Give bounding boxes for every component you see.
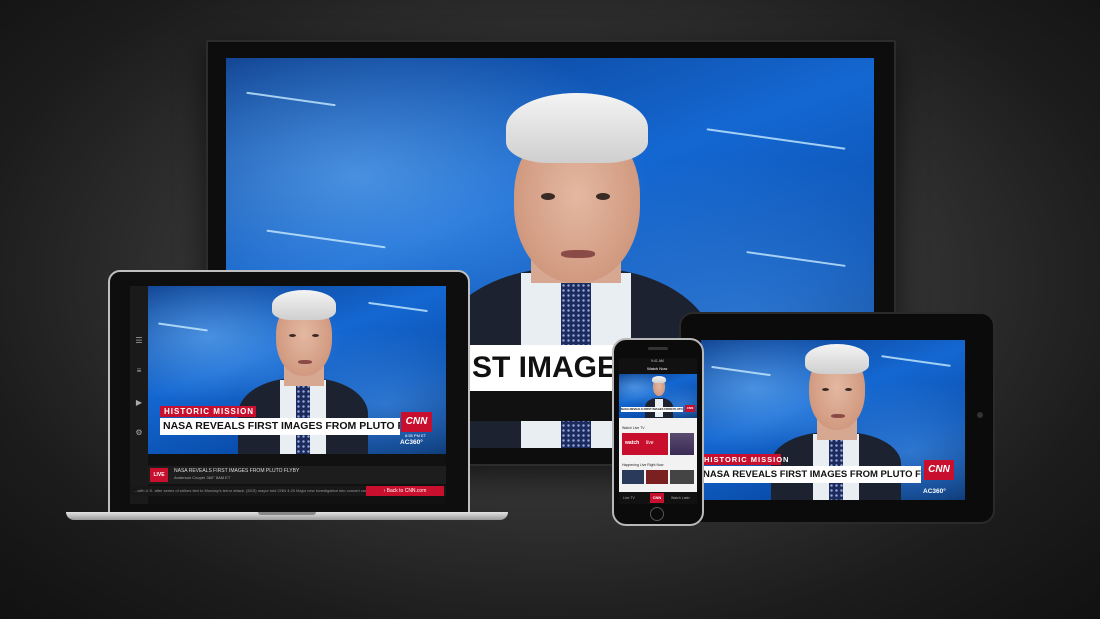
tv-headline-text: ST IMAGES FRO: [466, 345, 626, 391]
phone-speaker: [648, 347, 668, 350]
news-ticker: ...with U.S. after series of strikes tie…: [130, 486, 446, 496]
back-to-cnn-link[interactable]: ‹ Back to CNN.com: [366, 486, 444, 496]
phone-tab-bar: Live TV CNN Watch Later: [619, 492, 697, 504]
tablet-camera: [977, 412, 983, 418]
phone-screen: 9:41 AM Watch Now NASA REVEALS FIRST IMA…: [619, 358, 697, 504]
phone-video-player[interactable]: NASA REVEALS FIRST IMAGES FROM PLUTO FLY…: [619, 374, 697, 418]
laptop-screen: ☰ ≡ ▶ ⚙ HISTORIC MISSION NASA REVEALS FI…: [130, 286, 446, 504]
tablet-breaking-tag: HISTORIC MISSION: [701, 454, 788, 465]
now-playing-subtitle: Anderson Cooper 360° 8AM ET: [174, 475, 231, 480]
ticker-text: ...with U.S. after series of strikes tie…: [134, 488, 372, 493]
cnn-logo: CNN: [401, 412, 432, 432]
laptop-sidebar: ☰ ≡ ▶ ⚙: [130, 286, 148, 504]
live-badge: LIVE: [150, 468, 168, 482]
laptop-device: ☰ ≡ ▶ ⚙ HISTORIC MISSION NASA REVEALS FI…: [108, 270, 470, 518]
phone-thumb-2[interactable]: [622, 470, 644, 484]
tv-lower-third: ST IMAGES FRO: [466, 345, 626, 391]
show-name: AC360°: [400, 439, 423, 446]
tv-bottom-bar: [466, 391, 626, 421]
broadcast-time: 8:55 PM ET: [405, 433, 427, 438]
phone-tab-watch-later[interactable]: Watch Later: [671, 496, 690, 500]
laptop-notch: [258, 512, 316, 515]
tablet-cnn-logo: CNN: [924, 460, 954, 480]
phone-header-title: Watch Now: [647, 366, 668, 371]
phone-home-button[interactable]: [650, 507, 664, 521]
phone-section-happening: Happening Live Right Now: [622, 463, 664, 467]
now-playing-title: NASA REVEALS FIRST IMAGES FROM PLUTO FLY…: [174, 468, 300, 474]
tablet-show-name: AC360°: [923, 488, 946, 495]
settings-icon[interactable]: ⚙: [134, 428, 144, 438]
phone-cnn-logo: CNN: [685, 405, 695, 412]
phone-tab-cnn[interactable]: CNN: [650, 493, 664, 503]
phone-device: 9:41 AM Watch Now NASA REVEALS FIRST IMA…: [612, 338, 704, 526]
tablet-headline-text: NASA REVEALS FIRST IMAGES FROM PLUTO FLY…: [701, 466, 921, 483]
phone-thumb-1[interactable]: [670, 433, 694, 455]
tablet-screen: HISTORIC MISSION NASA REVEALS FIRST IMAG…: [701, 340, 965, 500]
videos-icon[interactable]: ▶: [134, 398, 144, 408]
phone-section-live-tv: Watch Live TV: [622, 426, 645, 430]
phone-status-time: 9:41 AM: [651, 359, 664, 363]
phone-thumb-3[interactable]: [646, 470, 668, 484]
laptop-lower-third: HISTORIC MISSION NASA REVEALS FIRST IMAG…: [160, 406, 436, 452]
breaking-tag: HISTORIC MISSION: [160, 406, 256, 417]
headline-text: NASA REVEALS FIRST IMAGES FROM PLUTO FLY…: [160, 418, 400, 435]
schedule-icon[interactable]: ≡: [134, 366, 144, 376]
channels-icon[interactable]: ☰: [134, 336, 144, 346]
now-playing-bar: LIVE NASA REVEALS FIRST IMAGES FROM PLUT…: [148, 466, 446, 484]
phone-live-promo[interactable]: watch live: [622, 433, 668, 455]
phone-promo-badge: watch: [625, 440, 640, 446]
tablet-device: HISTORIC MISSION NASA REVEALS FIRST IMAG…: [679, 312, 995, 524]
phone-app-header: 9:41 AM Watch Now: [619, 358, 697, 374]
phone-promo-text: live: [646, 440, 654, 446]
phone-thumb-4[interactable]: [670, 470, 694, 484]
phone-tab-live-tv[interactable]: Live TV: [623, 496, 635, 500]
phone-headline-text: NASA REVEALS FIRST IMAGES FROM PLUTO FLY…: [621, 407, 683, 412]
laptop-video-player[interactable]: HISTORIC MISSION NASA REVEALS FIRST IMAG…: [148, 286, 446, 454]
tablet-lower-third: HISTORIC MISSION NASA REVEALS FIRST IMAG…: [701, 454, 965, 500]
